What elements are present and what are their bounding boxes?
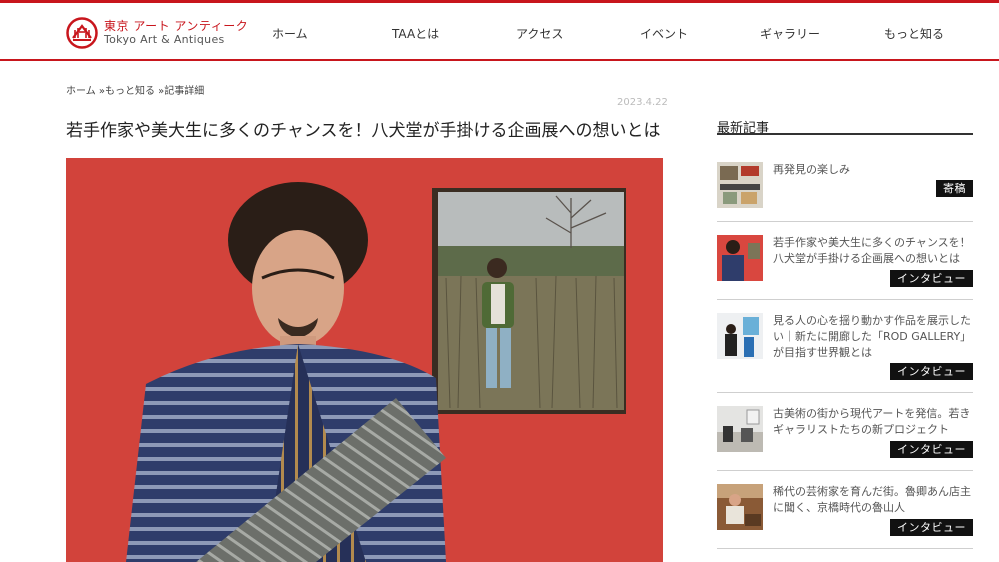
sidebar-divider bbox=[717, 470, 973, 471]
sidebar-article-title: 稀代の芸術家を育んだ街。魯卿あん店主に聞く、京橋時代の魯山人 bbox=[773, 485, 971, 514]
breadcrumb[interactable]: ホーム »もっと知る »記事詳細 bbox=[66, 82, 204, 97]
article-thumbnail bbox=[717, 235, 763, 281]
site-header: 東京 アート アンティーク Tokyo Art & Antiques ホーム T… bbox=[0, 3, 999, 61]
nav-about-taa[interactable]: TAAとは bbox=[392, 25, 439, 42]
sidebar-article-4[interactable]: 古美術の街から現代アートを発信。若きギャラリストたちの新プロジェクト インタビュ… bbox=[717, 406, 973, 460]
category-badge: インタビュー bbox=[890, 363, 973, 380]
sidebar-article-title: 見る人の心を揺り動かす作品を展示したい｜新たに開廊した「ROD GALLERY」… bbox=[773, 314, 972, 359]
nav-events[interactable]: イベント bbox=[640, 25, 688, 42]
logo-english-text: Tokyo Art & Antiques bbox=[104, 33, 225, 46]
sidebar-divider bbox=[717, 548, 973, 549]
article-thumbnail bbox=[717, 484, 763, 530]
nav-home[interactable]: ホーム bbox=[272, 25, 308, 42]
article-thumbnail bbox=[717, 313, 763, 359]
category-badge: 寄稿 bbox=[936, 180, 973, 197]
nav-learn-more[interactable]: もっと知る bbox=[884, 25, 944, 42]
sidebar-article-3[interactable]: 見る人の心を揺り動かす作品を展示したい｜新たに開廊した「ROD GALLERY」… bbox=[717, 313, 973, 383]
article-thumbnail bbox=[717, 406, 763, 452]
article-thumbnail bbox=[717, 162, 763, 208]
sidebar-divider bbox=[717, 299, 973, 300]
sidebar-article-title: 若手作家や美大生に多くのチャンスを！八犬堂が手掛ける企画展への想いとは bbox=[773, 236, 971, 265]
sidebar-article-5[interactable]: 稀代の芸術家を育んだ街。魯卿あん店主に聞く、京橋時代の魯山人 インタビュー bbox=[717, 484, 973, 538]
sidebar-article-title: 古美術の街から現代アートを発信。若きギャラリストたちの新プロジェクト bbox=[773, 407, 971, 436]
category-badge: インタビュー bbox=[890, 441, 973, 458]
sidebar-heading-rule bbox=[717, 133, 973, 135]
sidebar-article-1[interactable]: 再発見の楽しみ 寄稿 bbox=[717, 162, 973, 210]
logo-japanese-text: 東京 アート アンティーク bbox=[104, 19, 249, 33]
sidebar-divider bbox=[717, 221, 973, 222]
hero-photo-illustration bbox=[66, 158, 663, 562]
nav-access[interactable]: アクセス bbox=[516, 25, 563, 42]
article-hero-image bbox=[66, 158, 663, 562]
sidebar-article-title: 再発見の楽しみ bbox=[773, 163, 850, 176]
article-title: 若手作家や美大生に多くのチャンスを！八犬堂が手掛ける企画展への想いとは bbox=[66, 121, 661, 141]
taa-logo-icon bbox=[66, 17, 98, 49]
category-badge: インタビュー bbox=[890, 519, 973, 536]
article-date: 2023.4.22 bbox=[617, 97, 668, 108]
category-badge: インタビュー bbox=[890, 270, 973, 287]
sidebar-divider bbox=[717, 392, 973, 393]
site-logo[interactable]: 東京 アート アンティーク Tokyo Art & Antiques bbox=[66, 15, 248, 51]
sidebar-article-2[interactable]: 若手作家や美大生に多くのチャンスを！八犬堂が手掛ける企画展への想いとは インタビ… bbox=[717, 235, 973, 289]
nav-gallery[interactable]: ギャラリー bbox=[760, 25, 820, 42]
